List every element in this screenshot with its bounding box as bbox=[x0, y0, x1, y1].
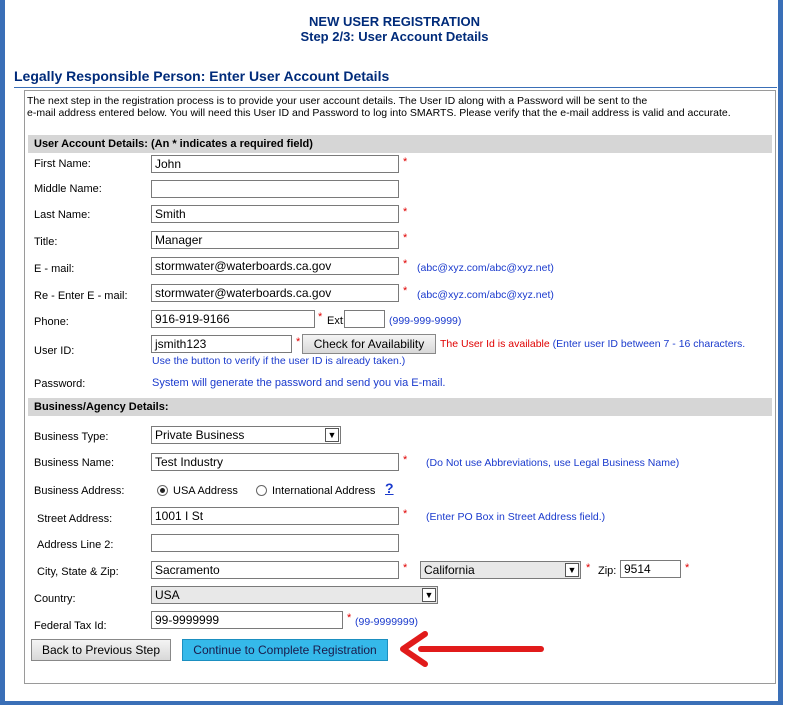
address-line2-label: Address Line 2: bbox=[37, 539, 114, 551]
business-type-label: Business Type: bbox=[34, 431, 109, 443]
required-marker: * bbox=[403, 232, 408, 244]
userid-available-text: The User Id is available bbox=[440, 338, 550, 350]
required-marker: * bbox=[347, 612, 352, 624]
required-marker: * bbox=[318, 311, 323, 323]
title-label: Title: bbox=[34, 236, 58, 248]
state-value: California bbox=[424, 563, 475, 577]
arrow-annotation-icon bbox=[400, 631, 544, 667]
intro-line-2: e-mail address entered below. You will n… bbox=[27, 107, 731, 119]
country-select[interactable]: USA ▼ bbox=[151, 586, 438, 604]
reenter-email-input[interactable]: stormwater@waterboards.ca.gov bbox=[151, 284, 399, 302]
last-name-input[interactable]: Smith bbox=[151, 205, 399, 223]
zip-input[interactable]: 9514 bbox=[620, 560, 681, 578]
userid-label: User ID: bbox=[34, 345, 75, 357]
help-icon[interactable]: ? bbox=[385, 480, 394, 496]
address-line2-input[interactable] bbox=[151, 534, 399, 552]
intro-line-1: The next step in the registration proces… bbox=[27, 95, 648, 107]
city-state-zip-label: City, State & Zip: bbox=[37, 566, 119, 578]
federal-tax-id-input[interactable]: 99-9999999 bbox=[151, 611, 343, 629]
middle-name-input[interactable] bbox=[151, 180, 399, 198]
required-marker: * bbox=[586, 562, 591, 574]
business-name-label: Business Name: bbox=[34, 457, 115, 469]
required-marker: * bbox=[403, 258, 408, 270]
reenter-email-label: Re - Enter E - mail: bbox=[34, 290, 128, 302]
required-marker: * bbox=[403, 454, 408, 466]
userid-input[interactable]: jsmith123 bbox=[151, 335, 292, 353]
required-marker: * bbox=[403, 562, 408, 574]
password-note: System will generate the password and se… bbox=[152, 377, 446, 389]
phone-format-hint: (999-999-9999) bbox=[389, 315, 462, 327]
business-address-label: Business Address: bbox=[34, 485, 125, 497]
section-divider bbox=[14, 87, 777, 88]
first-name-input[interactable]: John bbox=[151, 155, 399, 173]
business-type-select[interactable]: Private Business ▼ bbox=[151, 426, 341, 444]
userid-verify-hint: Use the button to verify if the user ID … bbox=[152, 355, 406, 367]
last-name-label: Last Name: bbox=[34, 209, 91, 221]
phone-label: Phone: bbox=[34, 316, 69, 328]
required-marker: * bbox=[296, 336, 301, 348]
required-marker: * bbox=[403, 508, 408, 520]
chevron-down-icon: ▼ bbox=[325, 428, 339, 442]
first-name-label: First Name: bbox=[34, 158, 91, 170]
business-type-value: Private Business bbox=[155, 428, 245, 442]
country-value: USA bbox=[155, 588, 180, 602]
chevron-down-icon: ▼ bbox=[565, 563, 579, 577]
section-title: Legally Responsible Person: Enter User A… bbox=[14, 68, 390, 84]
business-name-hint: (Do Not use Abbreviations, use Legal Bus… bbox=[426, 457, 680, 469]
required-marker: * bbox=[685, 562, 690, 574]
check-availability-button[interactable]: Check for Availability bbox=[302, 334, 436, 354]
email-format-hint: (abc@xyz.com/abc@xyz.net) bbox=[417, 262, 554, 274]
state-select[interactable]: California ▼ bbox=[420, 561, 581, 579]
federal-tax-id-label: Federal Tax Id: bbox=[34, 620, 107, 632]
phone-input[interactable]: 916-919-9166 bbox=[151, 310, 315, 328]
middle-name-label: Middle Name: bbox=[34, 183, 102, 195]
chevron-down-icon: ▼ bbox=[422, 588, 436, 602]
required-marker: * bbox=[403, 206, 408, 218]
password-label: Password: bbox=[34, 378, 86, 390]
required-marker: * bbox=[403, 285, 408, 297]
title-input[interactable]: Manager bbox=[151, 231, 399, 249]
page-title: NEW USER REGISTRATION bbox=[309, 14, 480, 29]
city-input[interactable]: Sacramento bbox=[151, 561, 399, 579]
international-address-label: International Address bbox=[272, 485, 376, 497]
business-name-input[interactable]: Test Industry bbox=[151, 453, 399, 471]
userid-status: The User Id is available (Enter user ID … bbox=[440, 338, 745, 350]
street-address-hint: (Enter PO Box in Street Address field.) bbox=[426, 511, 606, 523]
email-input[interactable]: stormwater@waterboards.ca.gov bbox=[151, 257, 399, 275]
account-section-heading: User Account Details: (An * indicates a … bbox=[28, 135, 772, 153]
page-header: NEW USER REGISTRATION Step 2/3: User Acc… bbox=[0, 14, 789, 44]
userid-length-hint: (Enter user ID between 7 - 16 characters… bbox=[552, 338, 746, 350]
federal-tax-id-hint: (99-9999999) bbox=[355, 616, 419, 628]
usa-address-radio[interactable] bbox=[157, 485, 168, 496]
usa-address-label: USA Address bbox=[173, 485, 238, 497]
business-section-heading: Business/Agency Details: bbox=[28, 398, 772, 416]
zip-label: Zip: bbox=[598, 565, 617, 577]
ext-input[interactable] bbox=[344, 310, 385, 328]
step-indicator: Step 2/3: User Account Details bbox=[300, 29, 489, 44]
reenter-email-format-hint: (abc@xyz.com/abc@xyz.net) bbox=[417, 289, 554, 301]
required-marker: * bbox=[403, 156, 408, 168]
back-button[interactable]: Back to Previous Step bbox=[31, 639, 171, 661]
email-label: E - mail: bbox=[34, 263, 75, 275]
country-label: Country: bbox=[34, 593, 76, 605]
street-address-input[interactable]: 1001 I St bbox=[151, 507, 399, 525]
street-address-label: Street Address: bbox=[37, 513, 113, 525]
continue-button[interactable]: Continue to Complete Registration bbox=[182, 639, 388, 661]
international-address-radio[interactable] bbox=[256, 485, 267, 496]
intro-text: The next step in the registration proces… bbox=[27, 95, 775, 119]
